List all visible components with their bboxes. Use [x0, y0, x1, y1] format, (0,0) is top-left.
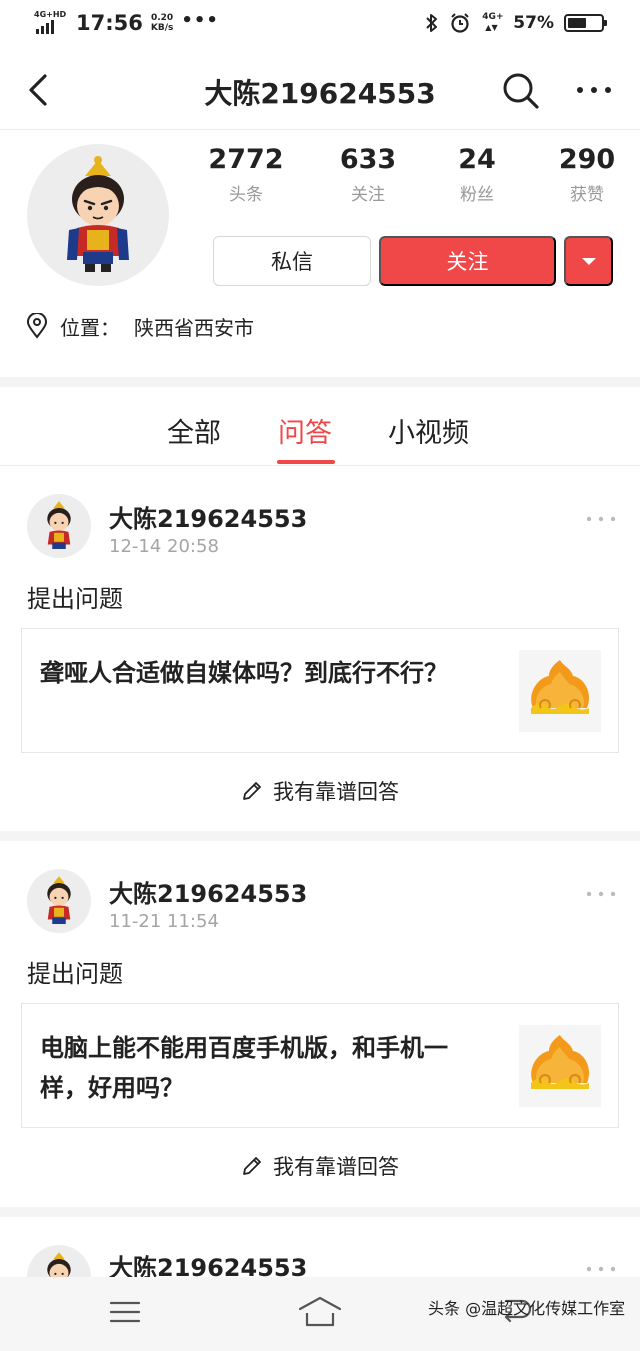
question-card[interactable]: 电脑上能不能用百度手机版，和手机一样，好用吗？ [21, 1003, 619, 1128]
question-thumbnail [519, 650, 601, 732]
stat-label: 关注 [351, 185, 385, 205]
cartoon-avatar-icon [47, 1252, 71, 1277]
stat-value: 2772 [208, 144, 284, 175]
system-nav-bar: 头条 @温超文化传媒工作室 [0, 1277, 640, 1351]
stat-articles[interactable]: 2772 头条 [186, 144, 306, 205]
watermark: 头条 @温超文化传媒工作室 [428, 1299, 626, 1318]
tab-short-video[interactable]: 小视频 [388, 411, 469, 450]
flame-cloud-icon [531, 1035, 590, 1089]
more-horizontal-icon[interactable] [585, 1264, 617, 1274]
location-pin-icon [26, 313, 48, 339]
feed-item: 大陈219624553 12-14 20:58 提出问题 聋哑人合适做自媒体吗？… [0, 467, 640, 831]
stat-value: 24 [458, 144, 496, 175]
stat-value: 633 [339, 144, 397, 175]
follow-button[interactable]: 关注 [379, 236, 556, 286]
stat-label: 获赞 [570, 185, 604, 205]
status-bar: 4G+HD 17:56 0.20 KB/s ••• 4G+ ▲▼ 57% [0, 0, 640, 50]
search-icon[interactable] [500, 70, 540, 110]
speed-value: 0.20 [150, 13, 174, 23]
alarm-clock-icon [451, 13, 470, 33]
author-name[interactable]: 大陈219624553 [109, 499, 307, 534]
post-date: 12-14 20:58 [109, 536, 219, 557]
message-button[interactable]: 私信 [213, 236, 371, 286]
stat-likes[interactable]: 290 获赞 [527, 144, 640, 205]
avatar[interactable] [27, 1245, 91, 1277]
cartoon-avatar-icon [47, 876, 71, 924]
section-divider [0, 1207, 640, 1217]
section-divider [0, 377, 640, 387]
answer-button[interactable]: 我有靠谱回答 [0, 775, 640, 807]
title-bar: 大陈219624553 [0, 50, 640, 130]
menu-icon[interactable] [108, 1297, 142, 1327]
post-action: 提出问题 [27, 960, 123, 988]
profile-avatar[interactable] [27, 144, 169, 286]
battery-percent: 57% [513, 13, 554, 33]
network-speed: 0.20 KB/s [151, 13, 173, 33]
follow-dropdown-button[interactable] [564, 236, 613, 286]
home-icon[interactable] [298, 1295, 342, 1329]
feed-item: 大陈219624553 [0, 1217, 640, 1277]
question-thumbnail [519, 1025, 601, 1107]
profile-stats: 2772 头条 633 关注 24 粉丝 290 获赞 [185, 144, 640, 214]
question-card[interactable]: 聋哑人合适做自媒体吗？到底行不行？ [21, 628, 619, 753]
tab-qa[interactable]: 问答 [278, 411, 332, 450]
battery-fill [568, 18, 586, 28]
bluetooth-icon [426, 14, 438, 32]
pencil-icon [243, 782, 261, 800]
post-action: 提出问题 [27, 585, 123, 613]
cartoon-avatar-icon [67, 156, 129, 272]
post-date: 11-21 11:54 [109, 911, 219, 932]
author-name[interactable]: 大陈219624553 [109, 1248, 307, 1277]
stat-following[interactable]: 633 关注 [308, 144, 428, 205]
question-text: 聋哑人合适做自媒体吗？到底行不行？ [40, 659, 448, 687]
cellular-signal-icon: 4G+HD [34, 10, 66, 36]
stat-followers[interactable]: 24 粉丝 [417, 144, 537, 205]
status-time: 17:56 [76, 11, 143, 35]
flame-cloud-icon [531, 660, 590, 714]
location-value: 陕西省西安市 [134, 315, 254, 340]
pencil-icon [243, 1157, 261, 1175]
network-right-label: 4G+ [482, 12, 504, 22]
more-horizontal-icon[interactable] [585, 514, 617, 524]
speed-unit: KB/s [150, 23, 174, 33]
profile-tabs: 全部 问答 小视频 [0, 387, 640, 466]
cartoon-avatar-icon [47, 501, 71, 549]
active-tab-indicator [277, 460, 335, 464]
stat-label: 粉丝 [460, 185, 494, 205]
answer-label: 我有靠谱回答 [273, 1155, 399, 1179]
notification-dots-icon: ••• [181, 9, 219, 31]
stat-value: 290 [558, 144, 616, 175]
avatar[interactable] [27, 494, 91, 558]
mobile-data-icon: 4G+ ▲▼ [482, 12, 504, 32]
location-key: 位置： [60, 315, 120, 340]
section-divider [0, 831, 640, 841]
author-name[interactable]: 大陈219624553 [109, 874, 307, 909]
caret-down-icon [581, 257, 596, 265]
location-row: 位置： 陕西省西安市 [26, 310, 254, 342]
more-horizontal-icon[interactable] [585, 889, 617, 899]
answer-button[interactable]: 我有靠谱回答 [0, 1150, 640, 1182]
page-title: 大陈219624553 [204, 77, 436, 110]
stat-label: 头条 [229, 185, 263, 205]
question-text: 电脑上能不能用百度手机版，和手机一样，好用吗？ [40, 1034, 448, 1102]
answer-label: 我有靠谱回答 [273, 780, 399, 804]
tab-all[interactable]: 全部 [167, 411, 221, 450]
feed-item: 大陈219624553 11-21 11:54 提出问题 电脑上能不能用百度手机… [0, 841, 640, 1207]
network-type-label: 4G+HD [34, 10, 67, 19]
battery-icon [564, 14, 607, 32]
more-horizontal-icon[interactable] [574, 80, 614, 100]
avatar[interactable] [27, 869, 91, 933]
